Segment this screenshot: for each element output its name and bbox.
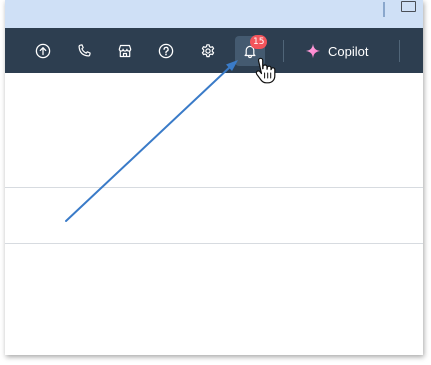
marketplace-button[interactable] xyxy=(110,36,140,66)
calling-button[interactable] xyxy=(69,36,99,66)
upgrade-button[interactable] xyxy=(28,36,58,66)
gear-icon xyxy=(201,44,215,58)
settings-button[interactable] xyxy=(193,36,223,66)
maximize-icon[interactable] xyxy=(401,1,416,12)
top-navigation-bar: 15 Copilot xyxy=(5,28,423,73)
notification-count-badge: 15 xyxy=(250,35,268,49)
storefront-icon xyxy=(118,44,132,58)
window-chrome-strip xyxy=(5,0,423,28)
content-divider xyxy=(5,243,423,244)
notifications-button[interactable]: 15 xyxy=(235,35,268,66)
nav-divider xyxy=(283,40,284,62)
arrow-up-circle-icon xyxy=(35,43,51,59)
window-separator xyxy=(383,2,385,17)
phone-icon xyxy=(78,44,91,57)
copilot-button[interactable]: Copilot xyxy=(305,38,368,64)
content-divider xyxy=(5,187,423,188)
question-circle-icon xyxy=(158,43,174,59)
screenshot-frame: 15 Copilot xyxy=(5,0,423,355)
copilot-label: Copilot xyxy=(328,43,369,59)
sparkle-icon xyxy=(305,43,321,59)
nav-divider xyxy=(399,40,400,62)
help-button[interactable] xyxy=(151,36,181,66)
